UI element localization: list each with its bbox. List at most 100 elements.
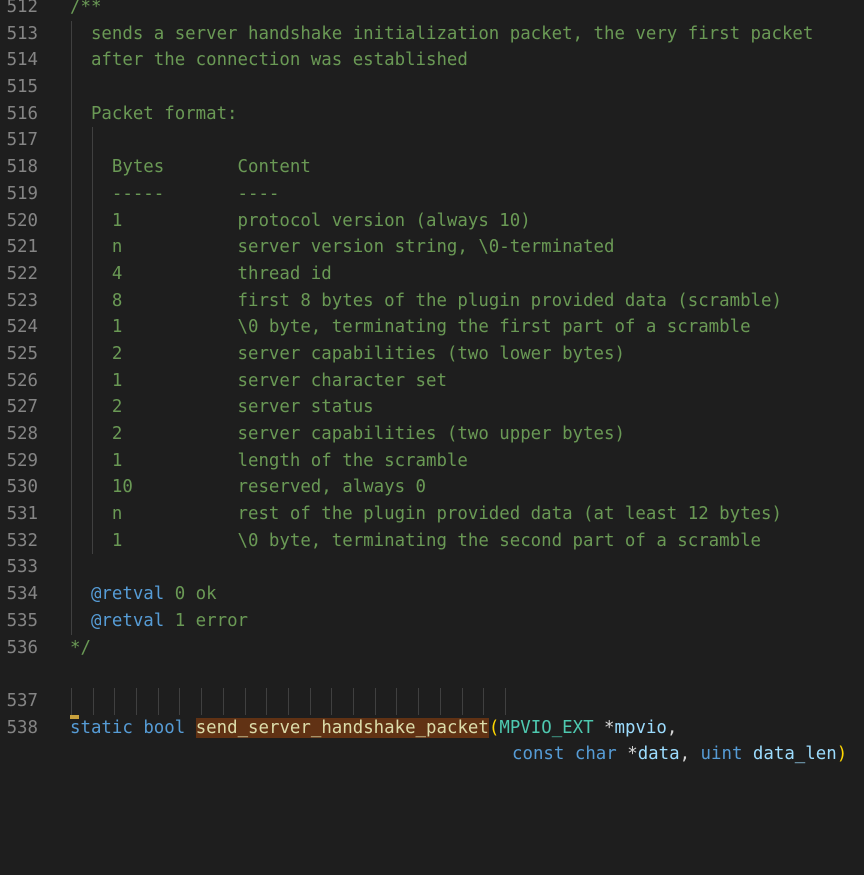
- line-number: 529: [6, 450, 38, 471]
- comment-text: sends a server handshake initialization …: [70, 23, 814, 44]
- indent-guide: [92, 154, 93, 181]
- line-number: 517: [6, 130, 38, 151]
- comment-text: n server version string, \0-terminated: [70, 237, 615, 258]
- indent-guide: [92, 234, 93, 261]
- comma: ,: [679, 744, 691, 765]
- indent-guide: [92, 501, 93, 528]
- comment-text: 1 server character set: [70, 370, 447, 391]
- comment-text: ----- ----: [70, 183, 280, 204]
- indent-guide: [201, 687, 202, 715]
- comment-text: after the connection was established: [70, 50, 468, 71]
- function-name[interactable]: send_server_handshake_packet: [195, 717, 489, 738]
- code-line-525[interactable]: 525 2 server capabilities (two lower byt…: [0, 340, 864, 368]
- indent-guide: [179, 687, 180, 715]
- code-line-518[interactable]: 518 Bytes Content: [0, 154, 864, 181]
- code-line-535[interactable]: 535 @retval 1 error: [0, 607, 864, 635]
- line-number: 514: [6, 50, 38, 71]
- line-number: 534: [6, 584, 38, 605]
- line-number: 525: [6, 343, 38, 364]
- indent-guide: [158, 687, 159, 715]
- code-line-522[interactable]: 522 4 thread id: [0, 260, 864, 288]
- indent-guide: [288, 687, 289, 715]
- indent-guide: [71, 527, 72, 555]
- param-mpvio: mpvio: [614, 717, 667, 738]
- code-line-528[interactable]: 528 2 server capabilities (two upper byt…: [0, 421, 864, 448]
- pointer-star: *: [593, 717, 615, 738]
- indent-guide: [71, 554, 72, 582]
- code-line-517[interactable]: 517: [0, 127, 864, 155]
- lightbulb-hint-icon[interactable]: [70, 714, 79, 719]
- code-line-516[interactable]: 516 Packet format:: [0, 100, 864, 128]
- line-number: 516: [6, 103, 38, 124]
- code-line-537[interactable]: 537 static bool send_server_handshake_pa…: [0, 661, 864, 738]
- code-line-531[interactable]: 531 n rest of the plugin provided data (…: [0, 501, 864, 528]
- indent-guide: [136, 687, 137, 715]
- code-line-534[interactable]: 534 @retval 0 ok: [0, 581, 864, 608]
- code-line-512[interactable]: 512 /**: [0, 0, 864, 21]
- indent-guide: [92, 367, 93, 395]
- line-number: 536: [6, 637, 38, 658]
- indent-guide: [92, 207, 93, 235]
- code-line-529[interactable]: 529 1 length of the scramble: [0, 447, 864, 475]
- indent-guide: [223, 687, 224, 715]
- comment-text: 4 thread id: [70, 263, 332, 284]
- doc-retval-text: 1 error: [164, 610, 249, 631]
- indent-guide: [92, 447, 93, 475]
- indent-guide: [92, 287, 93, 315]
- code-line-530[interactable]: 530 10 reserved, always 0: [0, 474, 864, 502]
- indent-guide: [71, 421, 72, 448]
- code-line-513[interactable]: 513 sends a server handshake initializat…: [0, 20, 864, 48]
- pointer-star: *: [616, 744, 638, 765]
- indent-guide: [418, 687, 419, 715]
- doc-retval: @retval 1 error: [70, 608, 248, 635]
- indent-guide: [353, 687, 354, 715]
- indent-guide: [71, 180, 72, 208]
- code-line-533[interactable]: 533: [0, 554, 864, 582]
- indent-guide: [71, 100, 72, 128]
- comment-text: /**: [70, 0, 102, 17]
- comma: ,: [666, 717, 678, 738]
- comment-text: */: [70, 637, 91, 658]
- keyword-static: static: [70, 717, 133, 738]
- code-line-519[interactable]: 519 ----- ----: [0, 180, 864, 208]
- code-line-527[interactable]: 527 2 server status: [0, 394, 864, 421]
- indent-guide: [71, 687, 72, 715]
- comment-text: 1 \0 byte, terminating the first part of…: [70, 317, 751, 338]
- code-editor[interactable]: 512 /** 513 sends a server handshake initi…: [0, 0, 864, 764]
- indent-guide: [483, 687, 484, 715]
- indent-guide: [71, 127, 72, 155]
- indent-guide: [71, 20, 72, 48]
- open-paren: (: [488, 717, 500, 738]
- line-number: 515: [6, 77, 38, 98]
- indent-guide: [462, 687, 463, 715]
- indent-guide: [71, 314, 72, 341]
- code-line-514[interactable]: 514 after the connection was established: [0, 47, 864, 75]
- indent-guide: [92, 260, 93, 288]
- indent-guide: [71, 501, 72, 528]
- line-number: 533: [6, 557, 38, 578]
- line-number: 524: [6, 317, 38, 338]
- indent-guide: [92, 474, 93, 502]
- code-line-515[interactable]: 515: [0, 74, 864, 101]
- line-number: 518: [6, 157, 38, 178]
- param-data-len: data_len: [752, 744, 837, 765]
- indent-guide: [505, 687, 506, 715]
- param-type: MPVIO_EXT: [499, 717, 594, 738]
- code-line-520[interactable]: 520 1 protocol version (always 10): [0, 207, 864, 235]
- keyword-bool: bool: [143, 717, 186, 738]
- code-line-538[interactable]: 538 const char *data, uint data_len): [0, 687, 864, 764]
- indent-guide: [245, 687, 246, 715]
- code-line-532[interactable]: 532 1 \0 byte, terminating the second pa…: [0, 527, 864, 555]
- code-line-521[interactable]: 521 n server version string, \0-terminat…: [0, 234, 864, 261]
- line-number: 527: [6, 397, 38, 418]
- code-line-526[interactable]: 526 1 server character set: [0, 367, 864, 395]
- comment-text: 2 server capabilities (two upper bytes): [70, 424, 625, 444]
- code-line-523[interactable]: 523 8 first 8 bytes of the plugin provid…: [0, 287, 864, 315]
- line-number: 523: [6, 290, 38, 311]
- code-line-524[interactable]: 524 1 \0 byte, terminating the first par…: [0, 314, 864, 341]
- indent-guide: [92, 314, 93, 341]
- comment-text: 1 \0 byte, terminating the second part o…: [70, 530, 762, 551]
- keyword-const: const: [512, 744, 565, 765]
- code-line-536[interactable]: 536 */: [0, 635, 864, 662]
- comment-text: 1 length of the scramble: [70, 450, 468, 471]
